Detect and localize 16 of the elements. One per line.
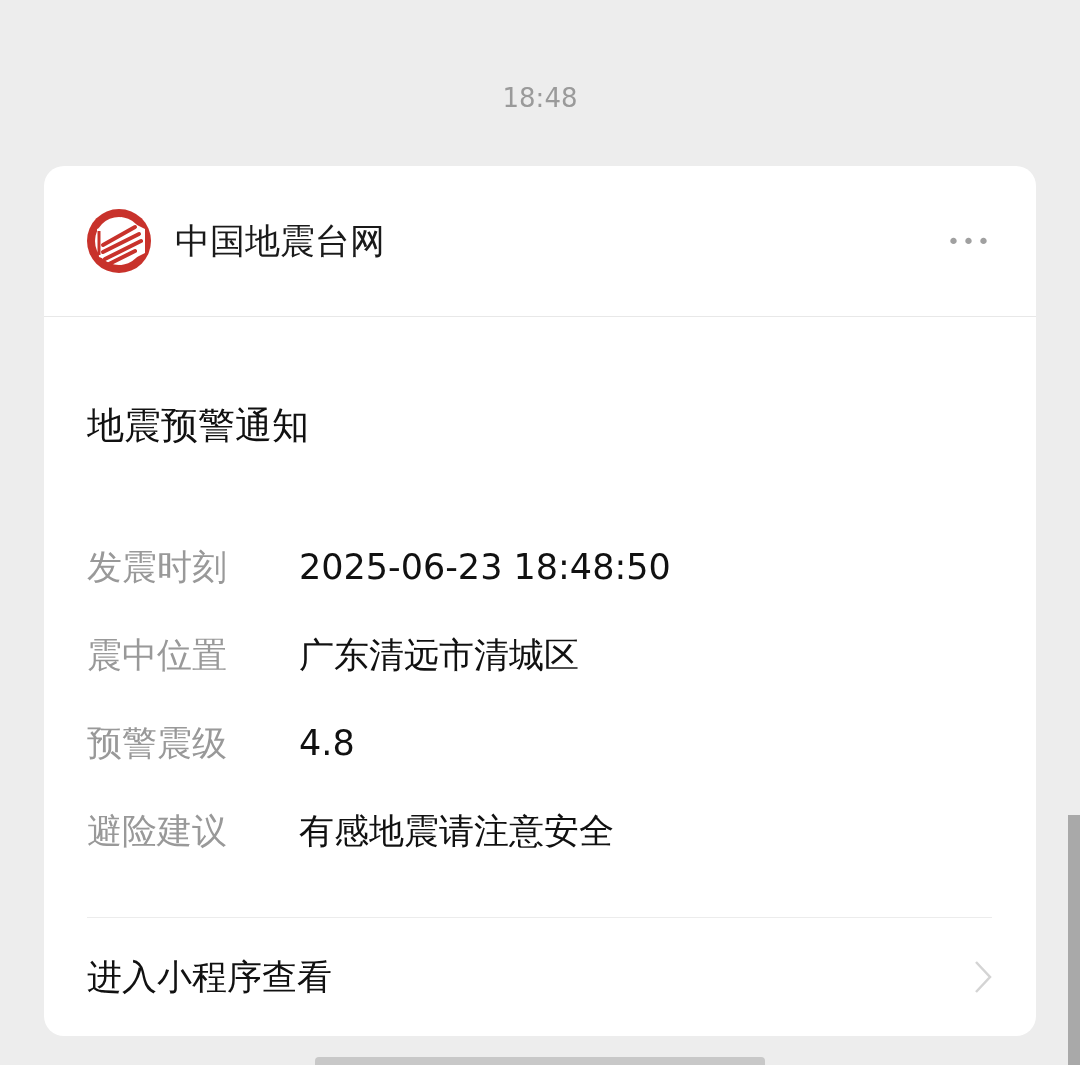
field-label: 避险建议 <box>87 809 228 853</box>
field-label: 发震时刻 <box>87 545 228 589</box>
account-name: 中国地震台网 <box>175 219 386 263</box>
field-value: 广东清远市清城区 <box>299 633 579 677</box>
mini-program-link[interactable]: 进入小程序查看 <box>87 953 332 1001</box>
home-indicator[interactable] <box>315 1057 765 1065</box>
chevron-right-icon <box>974 960 992 994</box>
notice-title: 地震预警通知 <box>87 403 310 449</box>
field-value: 4.8 <box>299 723 355 763</box>
field-label: 预警震级 <box>87 721 228 765</box>
logo-icon <box>85 207 153 275</box>
field-value: 有感地震请注意安全 <box>299 809 614 853</box>
message-time: 18:48 <box>502 82 578 114</box>
scrollbar[interactable] <box>1068 815 1080 1065</box>
field-label: 震中位置 <box>87 633 228 677</box>
field-value: 2025-06-23 18:48:50 <box>299 547 671 587</box>
